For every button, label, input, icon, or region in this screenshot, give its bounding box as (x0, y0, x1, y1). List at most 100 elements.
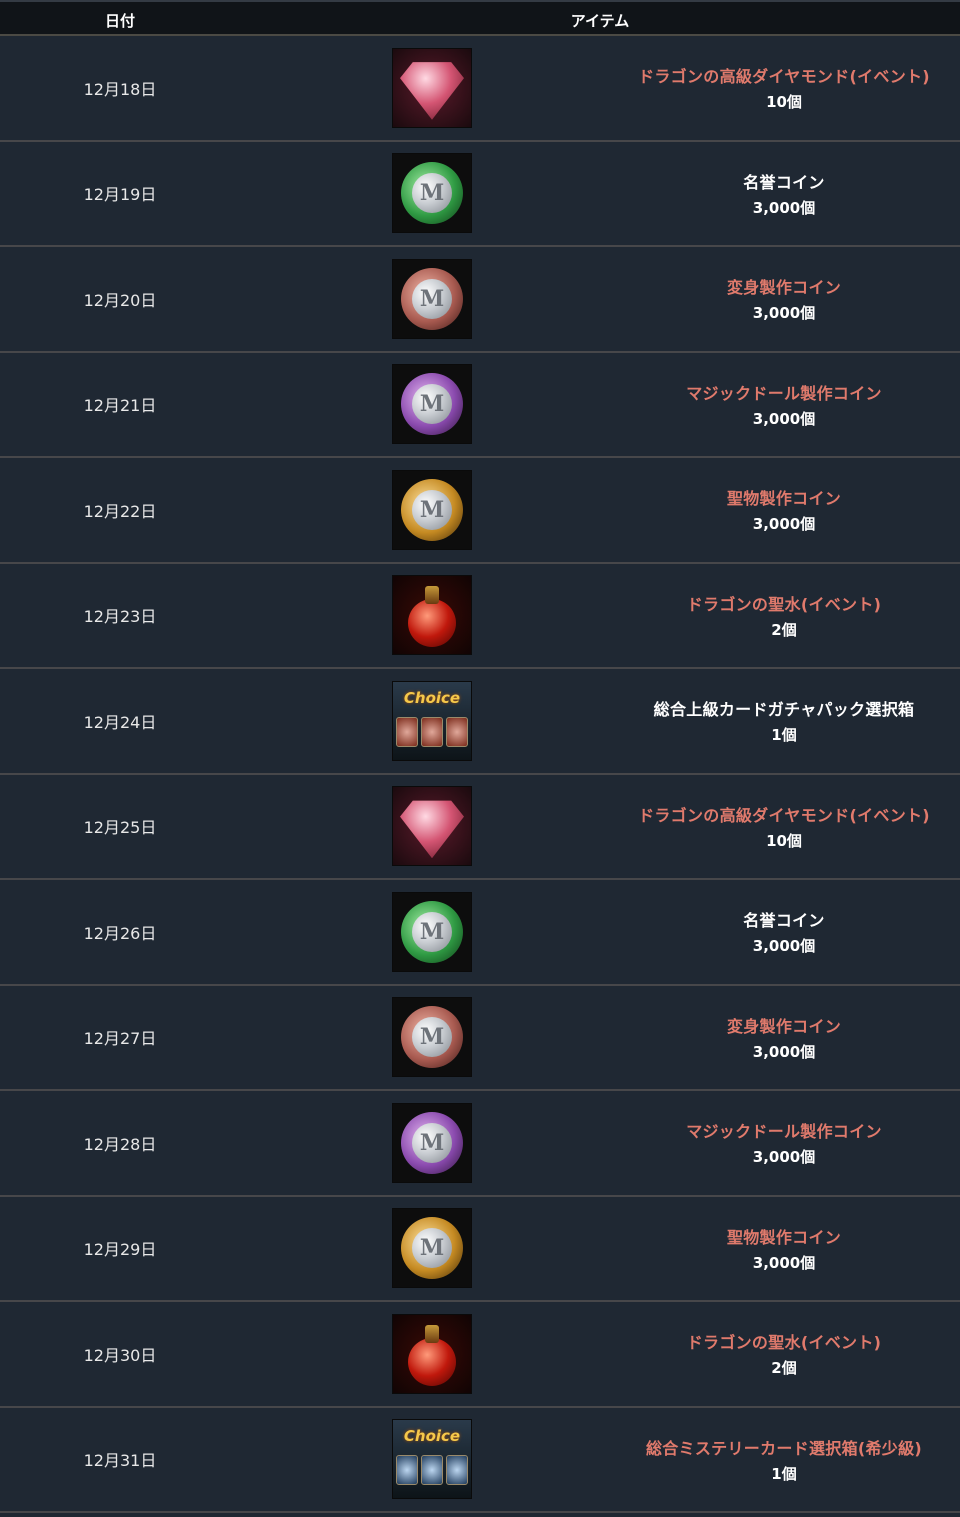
row-item-cell: 名誉コイン 3,000個 (624, 907, 960, 956)
table-row: 12月29日 M 聖物製作コイン 3,000個 (0, 1196, 960, 1302)
relic-coin-icon: M (392, 469, 472, 550)
row-item-cell: マジックドール製作コイン 3,000個 (624, 1118, 960, 1167)
row-date: 12月22日 (83, 501, 157, 521)
relic-coin-icon: M (392, 1208, 472, 1289)
item-quantity: 3,000個 (752, 515, 816, 534)
item-name: 変身製作コイン (726, 1016, 842, 1036)
card-stack (396, 716, 468, 747)
row-item-cell: ドラゴンの高級ダイヤモンド(イベント) 10個 (624, 802, 960, 851)
table-row: 12月30日 ドラゴンの聖水(イベント) 2個 (0, 1302, 960, 1408)
dragon-diamond-icon (392, 47, 472, 128)
coin-shape: M (401, 1006, 463, 1069)
coin-shape: M (401, 162, 463, 225)
row-icon-cell (240, 575, 624, 656)
item-name: 変身製作コイン (726, 278, 842, 298)
item-quantity: 1個 (771, 726, 797, 745)
row-item-cell: 変身製作コイン 3,000個 (624, 274, 960, 323)
row-item-cell: ドラゴンの高級ダイヤモンド(イベント) 10個 (624, 63, 960, 112)
item-quantity: 2個 (771, 620, 797, 639)
row-icon-cell (240, 1313, 624, 1394)
table-row: 12月27日 M 変身製作コイン 3,000個 (0, 985, 960, 1091)
coin-shape: M (401, 900, 463, 963)
item-quantity: 3,000個 (752, 1042, 816, 1061)
row-icon-cell (240, 786, 624, 867)
choice-card-box-icon: Choice (392, 680, 472, 761)
table-row: 12月26日 M 名誉コイン 3,000個 (0, 880, 960, 986)
row-icon-cell: M (240, 153, 624, 234)
row-date: 12月28日 (83, 1134, 157, 1154)
card (421, 1455, 443, 1486)
coin-shape: M (401, 1217, 463, 1280)
row-item-cell: 名誉コイン 3,000個 (624, 169, 960, 218)
coin-shape: M (401, 478, 463, 541)
item-quantity: 3,000個 (752, 1253, 816, 1272)
item-name: 聖物製作コイン (726, 1227, 842, 1247)
item-name: 総合ミステリーカード選択箱(希少級) (645, 1438, 923, 1458)
row-item-cell: 変身製作コイン 3,000個 (624, 1013, 960, 1062)
coin-glyph: M (412, 384, 452, 425)
row-item-cell: 総合上級カードガチャパック選択箱 1個 (624, 696, 960, 745)
item-name: ドラゴンの高級ダイヤモンド(イベント) (638, 67, 930, 87)
item-quantity: 3,000個 (752, 409, 816, 428)
coin-shape: M (401, 373, 463, 436)
coin-glyph: M (412, 278, 452, 319)
choice-label: Choice (403, 688, 461, 707)
card (396, 716, 418, 747)
row-icon-cell: M (240, 1208, 624, 1289)
card (446, 1455, 468, 1486)
honor-coin-icon: M (392, 891, 472, 972)
row-icon-cell: M (240, 997, 624, 1078)
row-item-cell: 聖物製作コイン 3,000個 (624, 485, 960, 534)
gem-shape (400, 62, 464, 120)
row-icon-cell: Choice (240, 1419, 624, 1500)
magic-doll-coin-icon: M (392, 364, 472, 445)
item-quantity: 3,000個 (752, 198, 816, 217)
item-name: 名誉コイン (743, 911, 825, 931)
card-stack (396, 1455, 468, 1486)
row-icon-cell: Choice (240, 680, 624, 761)
row-icon-cell: M (240, 1102, 624, 1183)
potion-flask (408, 599, 456, 648)
row-date: 12月31日 (83, 1451, 157, 1471)
card (446, 716, 468, 747)
magic-doll-coin-icon: M (392, 1102, 472, 1183)
item-quantity: 1個 (771, 1464, 797, 1483)
transform-coin-icon: M (392, 258, 472, 339)
row-icon-cell (240, 47, 624, 128)
potion-neck (425, 1324, 439, 1343)
item-quantity: 2個 (771, 1359, 797, 1378)
table-row: 12月21日 M マジックドール製作コイン 3,000個 (0, 352, 960, 458)
row-item-cell: 聖物製作コイン 3,000個 (624, 1224, 960, 1273)
coin-glyph: M (412, 1228, 452, 1269)
table-body: 12月18日 ドラゴンの高級ダイヤモンド(イベント) 10個 12月19日 M 名誉コイン… (0, 36, 960, 1513)
gem-shape (400, 800, 464, 859)
row-date: 12月27日 (83, 1029, 157, 1049)
table-row: 12月28日 M マジックドール製作コイン 3,000個 (0, 1091, 960, 1197)
row-date: 12月20日 (83, 290, 157, 310)
dragon-diamond-icon (392, 786, 472, 867)
item-quantity: 3,000個 (752, 304, 816, 323)
table-row: 12月22日 M 聖物製作コイン 3,000個 (0, 458, 960, 564)
choice-label: Choice (403, 1427, 461, 1446)
honor-coin-icon: M (392, 153, 472, 234)
coin-shape: M (401, 267, 463, 330)
row-date: 12月25日 (83, 818, 157, 838)
item-quantity: 3,000個 (752, 937, 816, 956)
choice-mystery-card-box-icon: Choice (392, 1419, 472, 1500)
row-date: 12月30日 (83, 1345, 157, 1365)
row-date: 12月29日 (83, 1240, 157, 1260)
row-date: 12月18日 (83, 79, 157, 99)
dragon-holy-water-icon (392, 1313, 472, 1394)
item-name: 聖物製作コイン (726, 489, 842, 509)
item-quantity: 10個 (766, 831, 802, 850)
row-icon-cell: M (240, 891, 624, 972)
table-row: 12月20日 M 変身製作コイン 3,000個 (0, 247, 960, 353)
item-name: 総合上級カードガチャパック選択箱 (653, 700, 915, 720)
row-item-cell: ドラゴンの聖水(イベント) 2個 (624, 1329, 960, 1378)
row-icon-cell: M (240, 258, 624, 339)
header-date: 日付 (104, 12, 135, 30)
coin-glyph: M (412, 911, 452, 952)
row-date: 12月24日 (83, 712, 157, 732)
item-name: マジックドール製作コイン (686, 1122, 882, 1142)
potion-neck (425, 586, 439, 605)
